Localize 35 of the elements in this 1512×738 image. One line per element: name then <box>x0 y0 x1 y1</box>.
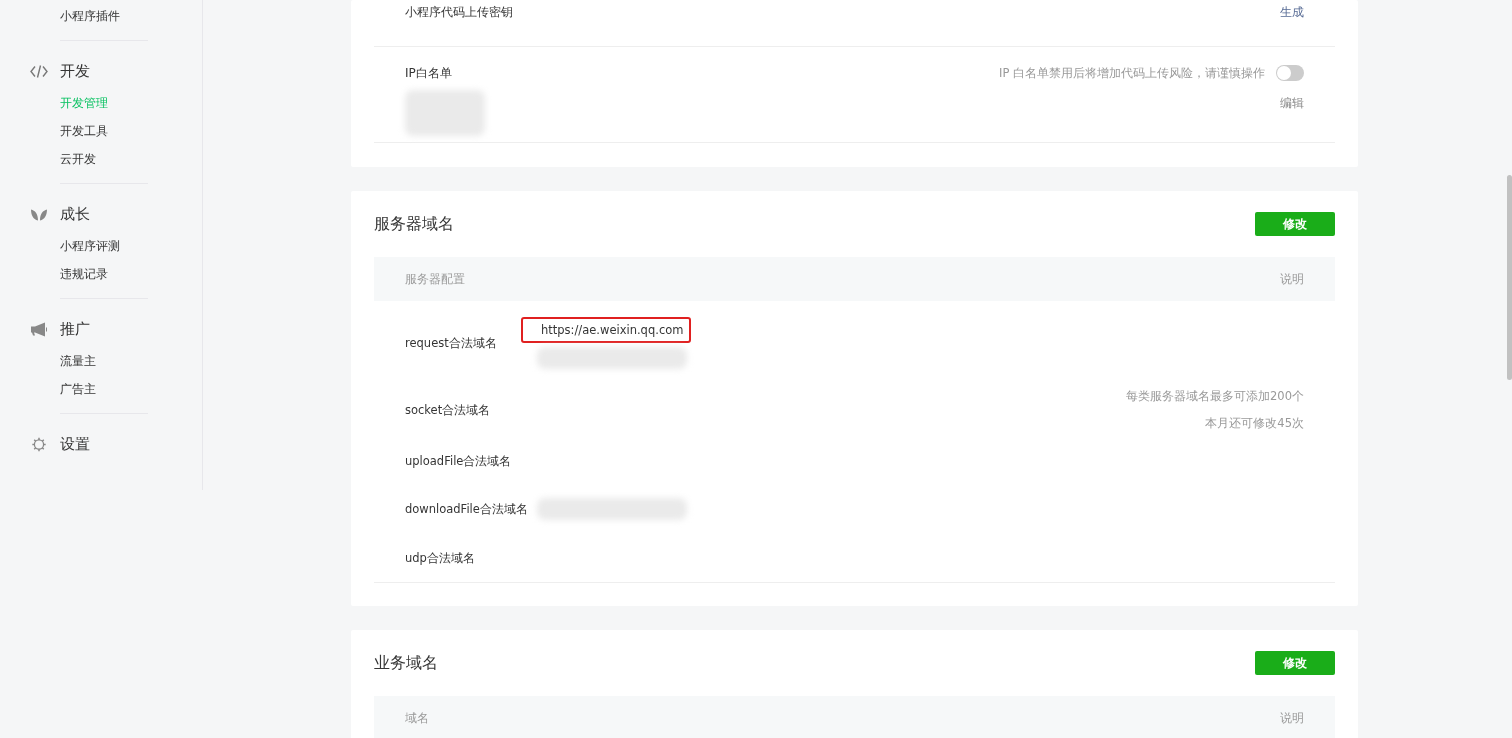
sidebar-item[interactable]: 云开发 <box>60 145 148 173</box>
sidebar-item[interactable]: 广告主 <box>60 375 148 403</box>
column-header: 说明 <box>1280 270 1304 288</box>
section-title: 业务域名 <box>374 652 438 674</box>
generate-link[interactable]: 生成 <box>1280 4 1304 20</box>
megaphone-icon <box>30 321 48 337</box>
column-header: 服务器配置 <box>405 270 465 288</box>
settings-icon <box>30 436 48 452</box>
row-label: udp合法域名 <box>405 549 476 566</box>
row-label: request合法域名 <box>405 335 498 351</box>
sidebar-section-title[interactable]: 推广 <box>60 319 90 339</box>
row-label: downloadFile合法域名 <box>405 501 529 517</box>
sidebar-item[interactable]: 小程序评测 <box>60 232 148 260</box>
note-text: 每类服务器域名最多可添加200个 <box>1126 389 1304 404</box>
note-text: 本月还可修改45次 <box>1205 416 1304 431</box>
sidebar-item[interactable]: 流量主 <box>60 347 148 375</box>
warning-text: IP 白名单禁用后将增加代码上传风险，请谨慎操作 <box>999 65 1265 81</box>
code-icon <box>30 63 48 79</box>
domain-value: https://ae.weixin.qq.com <box>521 317 691 343</box>
edit-link[interactable]: 编辑 <box>1280 95 1304 111</box>
sidebar-item[interactable]: 开发工具 <box>60 117 148 145</box>
sidebar-section-title[interactable]: 设置 <box>60 434 90 454</box>
sidebar-item[interactable]: 小程序插件 <box>60 2 148 30</box>
sidebar-section-title[interactable]: 成长 <box>60 204 90 224</box>
sidebar-item[interactable]: 违规记录 <box>60 260 148 288</box>
row-label: socket合法域名 <box>405 402 492 418</box>
row-label: uploadFile合法域名 <box>405 453 513 469</box>
section-title: 服务器域名 <box>374 213 454 235</box>
toggle-switch[interactable] <box>1276 65 1304 81</box>
column-header: 说明 <box>1280 709 1304 727</box>
setting-label: 小程序代码上传密钥 <box>405 4 513 21</box>
scrollbar-thumb[interactable] <box>1507 175 1512 380</box>
setting-label: IP白名单 <box>405 65 453 82</box>
sidebar-section-title[interactable]: 开发 <box>60 61 90 81</box>
column-header: 域名 <box>405 709 429 727</box>
